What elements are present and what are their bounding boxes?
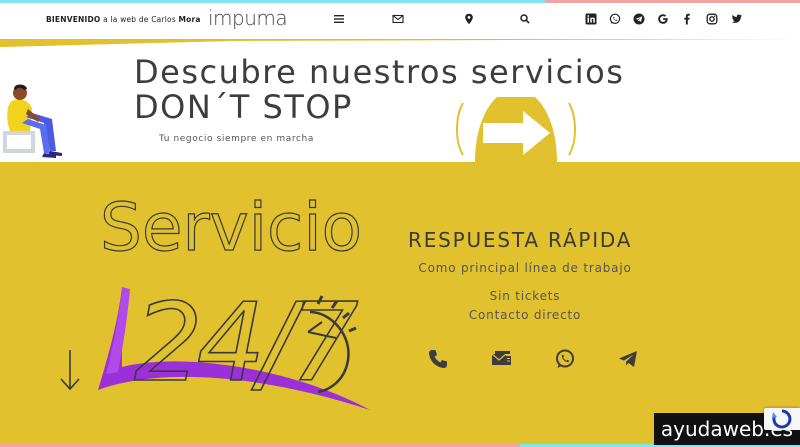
section-title: RESPUESTA RÁPIDA bbox=[408, 228, 633, 252]
welcome-prefix: BIENVENIDO bbox=[46, 15, 101, 24]
section-line-main: Como principal línea de trabajo bbox=[418, 261, 632, 275]
services-section: Servicio 24/7 RESPUESTA RÁPIDA Como prin… bbox=[0, 162, 800, 447]
email-contact-icon[interactable] bbox=[488, 346, 514, 372]
arrow-right-icon[interactable] bbox=[455, 97, 577, 162]
google-icon[interactable] bbox=[655, 11, 671, 27]
service-24-7-graphic: Servicio 24/7 bbox=[98, 192, 370, 410]
recaptcha-badge[interactable] bbox=[764, 408, 800, 430]
person-illustration bbox=[3, 84, 62, 158]
instagram-icon[interactable] bbox=[704, 11, 720, 27]
search-icon[interactable] bbox=[517, 11, 533, 27]
recaptcha-icon bbox=[772, 409, 792, 429]
linkedin-icon[interactable] bbox=[583, 11, 599, 27]
welcome-mid: a la web de Carlos bbox=[103, 15, 176, 24]
site-header: BIENVENIDO a la web de Carlos Mora impum… bbox=[0, 3, 800, 39]
whatsapp-contact-icon[interactable] bbox=[552, 346, 578, 372]
mail-icon[interactable] bbox=[390, 11, 406, 27]
section-line-tickets: Sin tickets bbox=[489, 289, 561, 303]
hero-title-line1: Descubre nuestros servicios bbox=[134, 53, 625, 91]
facebook-icon[interactable] bbox=[679, 11, 695, 27]
menu-icon[interactable] bbox=[331, 11, 347, 27]
hero-subtitle: Tu negocio siempre en marcha bbox=[159, 134, 314, 144]
whatsapp-icon[interactable] bbox=[607, 11, 623, 27]
site-logo[interactable]: impuma bbox=[208, 6, 288, 30]
section-line-contact: Contacto directo bbox=[468, 308, 582, 322]
phone-icon[interactable] bbox=[425, 346, 451, 372]
scroll-down-arrow-icon[interactable] bbox=[58, 348, 82, 392]
location-icon[interactable] bbox=[461, 11, 477, 27]
telegram-contact-icon[interactable] bbox=[615, 346, 641, 372]
telegram-icon[interactable] bbox=[631, 11, 647, 27]
graphic-text-servicio: Servicio bbox=[100, 192, 362, 266]
welcome-text: BIENVENIDO a la web de Carlos Mora bbox=[46, 15, 201, 24]
welcome-name: Mora bbox=[178, 15, 201, 24]
hero-banner: Descubre nuestros servicios DON´T STOP T… bbox=[0, 39, 800, 162]
twitter-icon[interactable] bbox=[729, 11, 745, 27]
